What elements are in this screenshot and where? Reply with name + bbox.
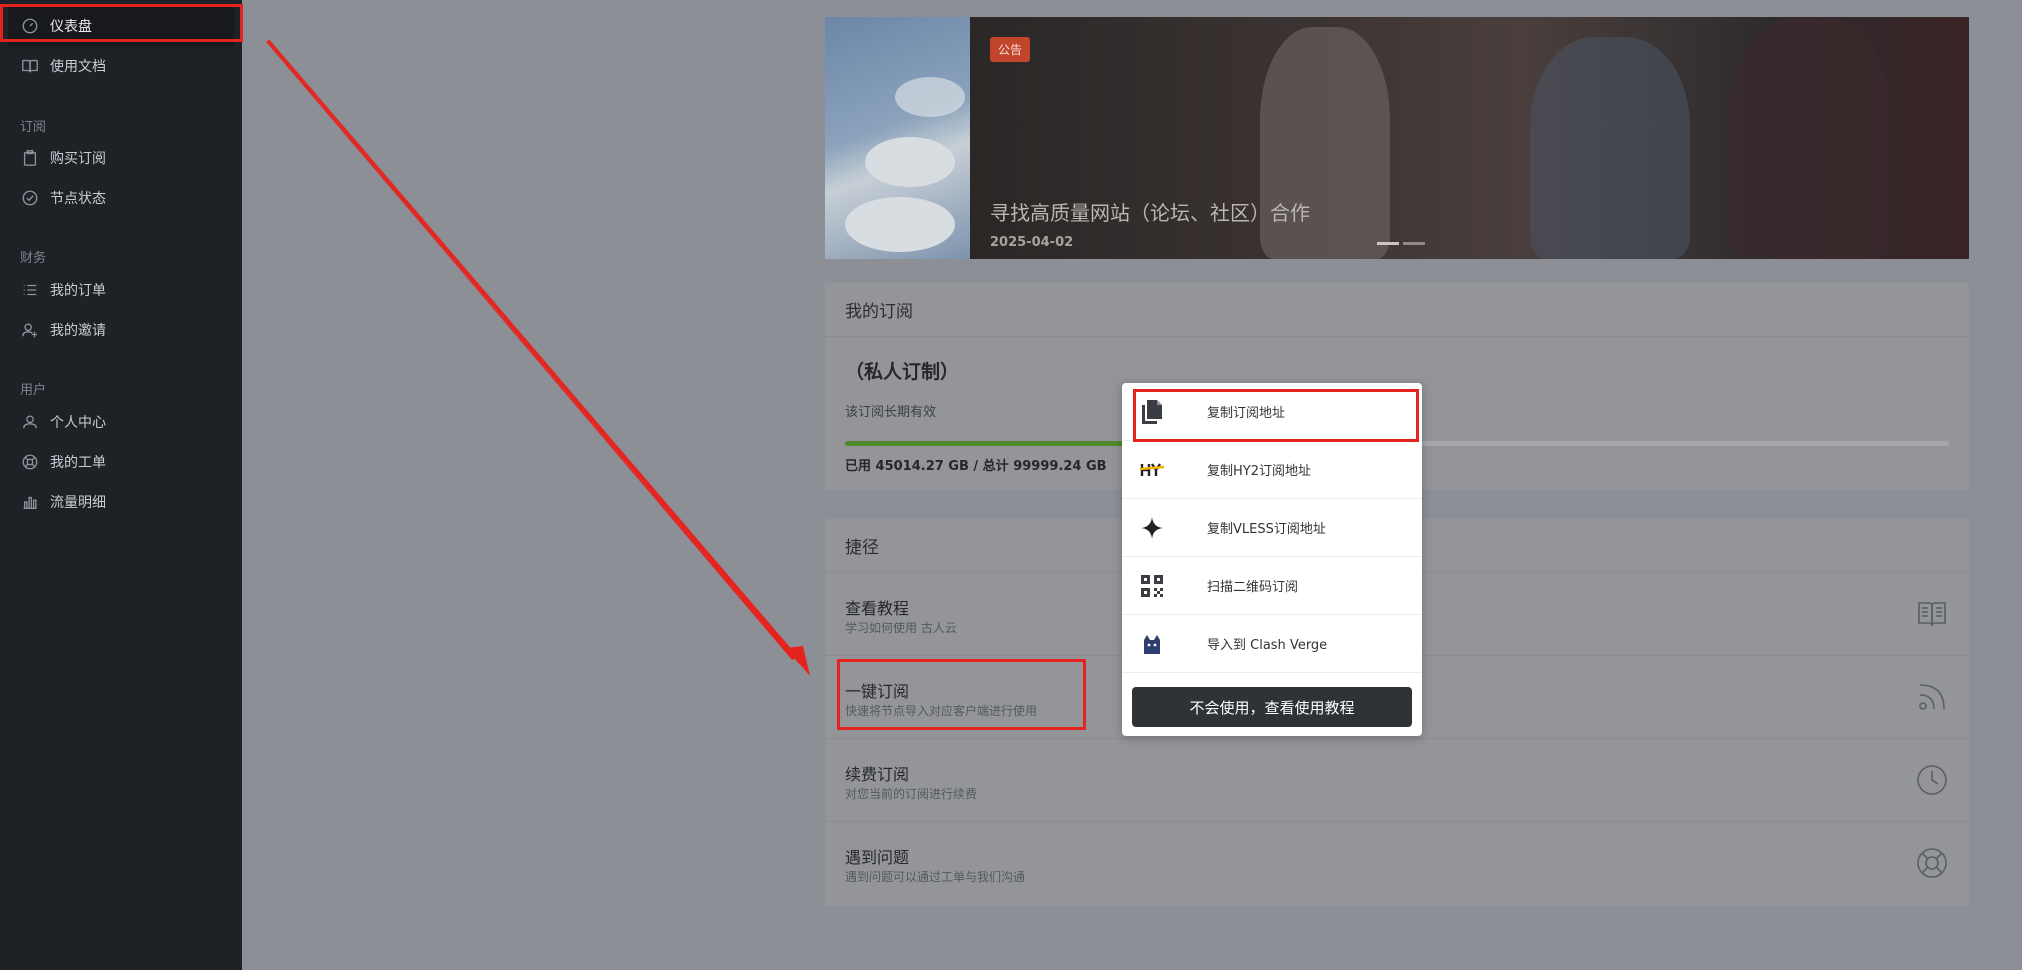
shortcut-renew[interactable]: 续费订阅 对您当前的订阅进行续费 (825, 739, 1969, 822)
copy-icon (1138, 398, 1166, 426)
sidebar-item-buy[interactable]: 购买订阅 (0, 138, 242, 178)
sidebar-item-tickets[interactable]: 我的工单 (0, 442, 242, 482)
sidebar-item-label: 我的工单 (50, 455, 106, 471)
list-icon (20, 280, 40, 300)
user-icon (20, 412, 40, 432)
sidebar-item-label: 流量明细 (50, 495, 106, 511)
carousel-dot[interactable] (1377, 242, 1399, 245)
menu-item-label: 复制VLESS订阅地址 (1207, 522, 1326, 537)
vless-star-icon (1138, 514, 1166, 542)
menu-item-label: 复制订阅地址 (1207, 406, 1286, 421)
view-tutorial-button[interactable]: 不会使用，查看使用教程 (1132, 687, 1412, 727)
sidebar-item-invite[interactable]: 我的邀请 (0, 310, 242, 350)
sidebar-group-subscribe: 订阅 (20, 120, 47, 135)
sidebar-item-orders[interactable]: 我的订单 (0, 270, 242, 310)
sidebar-group-user: 用户 (20, 383, 47, 398)
shortcut-subtitle: 对您当前的订阅进行续费 (845, 787, 978, 801)
announcement-title: 寻找高质量网站（论坛、社区）合作 (990, 201, 1310, 225)
carousel-dots[interactable] (1377, 242, 1425, 245)
bar-chart-icon (20, 492, 40, 512)
shortcut-subtitle: 遇到问题可以通过工单与我们沟通 (845, 870, 1026, 884)
lifebuoy-icon (20, 452, 40, 472)
check-circle-icon (20, 188, 40, 208)
dashboard-gauge-icon (20, 16, 40, 36)
sidebar-group-finance: 财务 (20, 251, 47, 266)
shortcut-title: 查看教程 (845, 599, 910, 618)
shortcut-title: 续费订阅 (845, 765, 910, 784)
sidebar-item-docs[interactable]: 使用文档 (0, 46, 242, 86)
shortcut-title: 一键订阅 (845, 682, 910, 701)
menu-item-copy-vless[interactable]: 复制VLESS订阅地址 (1122, 499, 1422, 557)
carousel-dot[interactable] (1403, 242, 1425, 245)
qrcode-icon (1138, 572, 1166, 600)
book-icon (1915, 597, 1949, 631)
sidebar-item-profile[interactable]: 个人中心 (0, 402, 242, 442)
announcement-tag: 公告 (990, 37, 1031, 62)
shortcut-help[interactable]: 遇到问题 遇到问题可以通过工单与我们沟通 (825, 822, 1969, 905)
menu-item-label: 复制HY2订阅地址 (1207, 464, 1311, 479)
user-invite-icon (20, 320, 40, 340)
shortcut-title: 遇到问题 (845, 848, 910, 867)
menu-item-copy-subscription[interactable]: 复制订阅地址 (1122, 383, 1422, 441)
sidebar-item-traffic[interactable]: 流量明细 (0, 482, 242, 522)
usage-text: 已用 45014.27 GB / 总计 99999.24 GB (845, 459, 1107, 474)
sidebar-item-label: 个人中心 (50, 415, 106, 431)
clipboard-icon (20, 148, 40, 168)
subscribe-popup-menu: 复制订阅地址 复制HY2订阅地址 复制VLESS订阅地址 扫描二维码订阅 导入到… (1122, 383, 1422, 736)
menu-item-copy-hy2[interactable]: 复制HY2订阅地址 (1122, 441, 1422, 499)
menu-item-import-clash[interactable]: 导入到 Clash Verge (1122, 615, 1422, 673)
clock-icon (1915, 763, 1949, 797)
subscription-card-title: 我的订阅 (825, 283, 1969, 337)
menu-item-label: 导入到 Clash Verge (1207, 638, 1328, 653)
clash-cat-icon (1138, 630, 1166, 658)
lifebuoy-icon (1915, 846, 1949, 880)
sidebar-item-label: 我的邀请 (50, 323, 106, 339)
sidebar-item-label: 我的订单 (50, 283, 106, 299)
announcement-banner[interactable]: 公告 寻找高质量网站（论坛、社区）合作 2025-04-02 (825, 17, 1969, 259)
sidebar: 仪表盘 使用文档 订阅 购买订阅 节点状态 财务 我的订单 我的邀请 用户 个人… (0, 0, 242, 970)
sidebar-item-label: 节点状态 (50, 191, 106, 207)
menu-item-label: 扫描二维码订阅 (1207, 580, 1299, 595)
sidebar-item-nodes[interactable]: 节点状态 (0, 178, 242, 218)
hy2-icon (1138, 456, 1166, 484)
sidebar-item-label: 购买订阅 (50, 151, 106, 167)
sidebar-item-label: 使用文档 (50, 59, 106, 75)
plan-name: （私人订制） (845, 361, 960, 383)
sidebar-item-dashboard[interactable]: 仪表盘 (8, 6, 234, 46)
announcement-date: 2025-04-02 (990, 235, 1074, 250)
shortcut-subtitle: 快速将节点导入对应客户端进行使用 (845, 704, 1038, 718)
sidebar-item-label: 仪表盘 (50, 19, 92, 35)
banner-sky-image (825, 17, 970, 259)
rss-icon (1915, 680, 1949, 714)
shortcut-subtitle: 学习如何使用 古人云 (845, 621, 957, 635)
book-icon (20, 56, 40, 76)
menu-item-scan-qrcode[interactable]: 扫描二维码订阅 (1122, 557, 1422, 615)
plan-validity: 该订阅长期有效 (845, 405, 937, 420)
